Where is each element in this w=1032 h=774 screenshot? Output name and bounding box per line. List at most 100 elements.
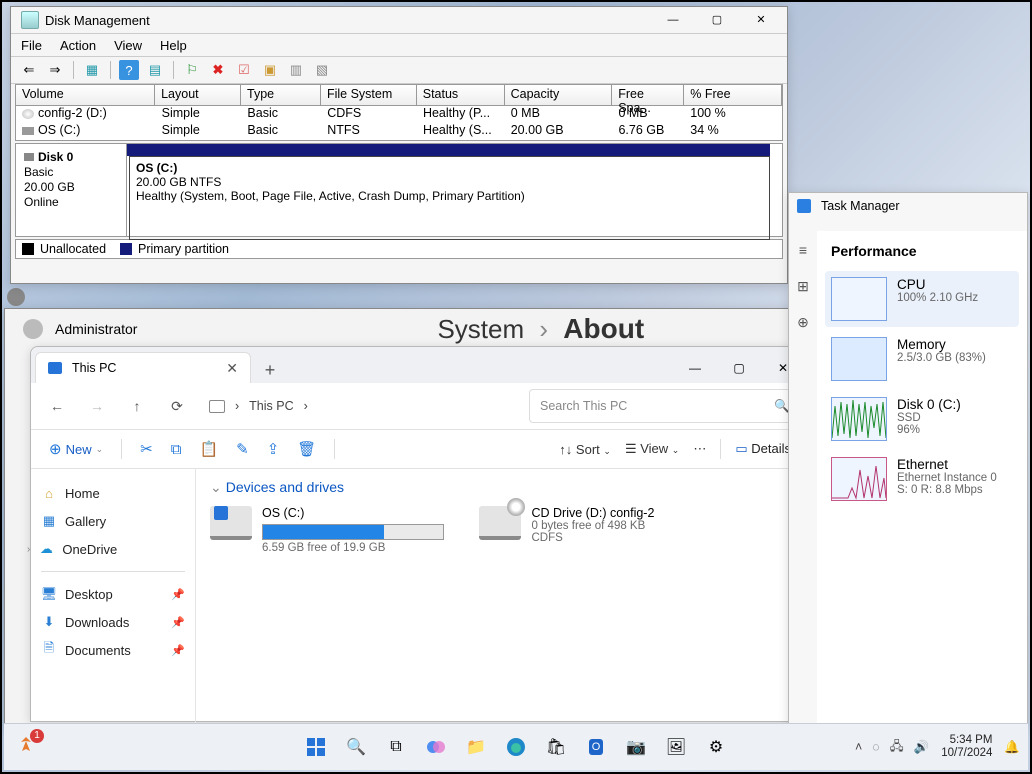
check-icon[interactable]: ☑ [234,60,254,80]
tab-this-pc[interactable]: This PC ✕ [35,352,251,383]
progress-bar [262,524,444,540]
col-layout[interactable]: Layout [155,85,241,105]
toolbar-icon[interactable]: ▦ [82,60,102,80]
section-devices[interactable]: ⌄Devices and drives [210,479,795,496]
explorer-content: ⌄Devices and drives OS (C:) 6.59 GB free… [196,469,809,727]
toolbar-icon[interactable]: ▣ [260,60,280,80]
settings-button[interactable]: ⚙ [703,734,729,760]
store-button[interactable]: 🛍 [543,734,569,760]
refresh-icon[interactable]: ⚐ [182,60,202,80]
search-input[interactable]: Search This PC 🔍 [529,389,801,423]
network-icon[interactable]: 🖧 [890,737,904,758]
col-cap[interactable]: Capacity [505,85,613,105]
tm-app-icon [797,199,811,213]
system-tray[interactable]: ˄ ◌ 🖧 🔊 [855,737,929,758]
perf-memory[interactable]: Memory2.5/3.0 GB (83%) [825,331,1019,387]
tm-titlebar[interactable]: Task Manager [789,193,1027,219]
minimize-button[interactable]: — [651,9,695,31]
more-button[interactable]: ⋯ [693,441,706,457]
view-button[interactable]: ☰ View ⌄ [625,441,679,457]
back-button[interactable]: ← [39,388,75,424]
maximize-button[interactable]: ▢ [717,353,761,383]
app-button[interactable]: 📷 [623,734,649,760]
fwd-icon[interactable]: ⇒ [45,60,65,80]
menu-view[interactable]: View [114,38,142,53]
notifications-icon[interactable]: 🔔 [1004,740,1020,755]
maximize-button[interactable]: ▢ [695,9,739,31]
close-tab-icon[interactable]: ✕ [226,360,238,377]
sort-button[interactable]: ↑↓ Sort ⌄ [559,442,611,457]
toolbar-icon[interactable]: ▧ [312,60,332,80]
disk-info[interactable]: Disk 0 Basic 20.00 GB Online [16,144,127,236]
taskview-button[interactable]: ⧉ [383,734,409,760]
sidebar-item-gallery[interactable]: ▦Gallery [35,507,191,535]
breadcrumb[interactable]: › This PC › [199,390,525,422]
cloud-icon[interactable]: ◌ [872,740,879,754]
widgets-button[interactable]: 1 [12,733,40,761]
perf-cpu[interactable]: CPU100% 2.10 GHz [825,271,1019,327]
drive-os-c[interactable]: OS (C:) 6.59 GB free of 19.9 GB [210,506,476,554]
settings-breadcrumb: System › About [437,313,644,345]
nav-icon[interactable]: ⊞ [794,277,812,295]
up-button[interactable]: ↑ [119,388,155,424]
volume-icon[interactable]: 🔊 [914,740,930,755]
toolbar-icon[interactable]: ▥ [286,60,306,80]
col-status[interactable]: Status [417,85,505,105]
explorer-button[interactable]: 📁 [463,734,489,760]
sidebar-item-onedrive[interactable]: ›☁OneDrive [35,535,191,563]
app-button[interactable]: 🖼 [663,734,689,760]
new-button[interactable]: ⊕New ⌄ [49,440,103,458]
copilot-button[interactable] [423,734,449,760]
paste-icon[interactable]: 📋 [199,440,218,458]
perf-ethernet[interactable]: EthernetEthernet Instance 0S: 0 R: 8.8 M… [825,451,1019,507]
col-volume[interactable]: Volume [16,85,155,105]
menu-icon[interactable]: ≡ [794,241,812,259]
table-row[interactable]: OS (C:) Simple Basic NTFS Healthy (S... … [16,123,782,140]
col-pct[interactable]: % Free [684,85,782,105]
menu-action[interactable]: Action [60,38,96,53]
chevron-up-icon[interactable]: ˄ [855,740,862,754]
outlook-button[interactable]: O [583,734,609,760]
home-icon: ⌂ [41,485,57,501]
menu-help[interactable]: Help [160,38,187,53]
forward-button[interactable]: → [79,388,115,424]
delete-icon[interactable]: 🗑 [297,440,316,458]
details-button[interactable]: ▭ Details [735,441,791,457]
rename-icon[interactable]: ✎ [236,440,249,458]
partition-os-c[interactable]: OS (C:) 20.00 GB NTFS Healthy (System, B… [129,156,770,240]
copy-icon[interactable]: ⧉ [171,441,182,458]
table-row[interactable]: config-2 (D:) Simple Basic CDFS Healthy … [16,106,782,123]
dm-legend: Unallocated Primary partition [15,239,783,259]
nav-icon[interactable]: ⊕ [794,313,812,331]
refresh-button[interactable]: ⟳ [159,388,195,424]
dm-titlebar[interactable]: Disk Management — ▢ ✕ [11,7,787,34]
sidebar-item-desktop[interactable]: 🖥Desktop📌 [35,580,191,608]
sidebar-item-home[interactable]: ⌂Home [35,479,191,507]
toolbar-icon[interactable]: ▤ [145,60,165,80]
search-button[interactable]: 🔍 [343,734,369,760]
settings-user: Administrator [55,321,137,337]
disk-management-window: Disk Management — ▢ ✕ File Action View H… [10,6,788,284]
menu-file[interactable]: File [21,38,42,53]
drive-cd-d[interactable]: CD Drive (D:) config-2 0 bytes free of 4… [479,506,745,544]
share-icon[interactable]: ⇪ [267,440,280,458]
minimize-button[interactable]: — [673,353,717,383]
cut-icon[interactable]: ✂ [140,440,153,458]
sidebar-item-downloads[interactable]: ⬇Downloads📌 [35,608,191,636]
close-button[interactable]: ✕ [739,9,783,31]
perf-disk[interactable]: Disk 0 (C:)SSD96% [825,391,1019,447]
sidebar-item-documents[interactable]: 🗎Documents📌 [35,636,191,664]
back-icon[interactable]: ⇐ [19,60,39,80]
edge-button[interactable] [503,734,529,760]
new-tab-button[interactable]: + [257,357,283,383]
clock[interactable]: 5:34 PM 10/7/2024 [941,734,992,760]
col-fs[interactable]: File System [321,85,417,105]
delete-icon[interactable]: ✖ [208,60,228,80]
help-icon[interactable]: ? [119,60,139,80]
start-button[interactable] [303,734,329,760]
col-type[interactable]: Type [241,85,321,105]
dm-graphical-view: Disk 0 Basic 20.00 GB Online OS (C:) 20.… [15,143,783,237]
col-free[interactable]: Free Spa... [612,85,684,105]
cd-drive-icon [479,506,521,540]
monitor-icon [209,400,225,413]
